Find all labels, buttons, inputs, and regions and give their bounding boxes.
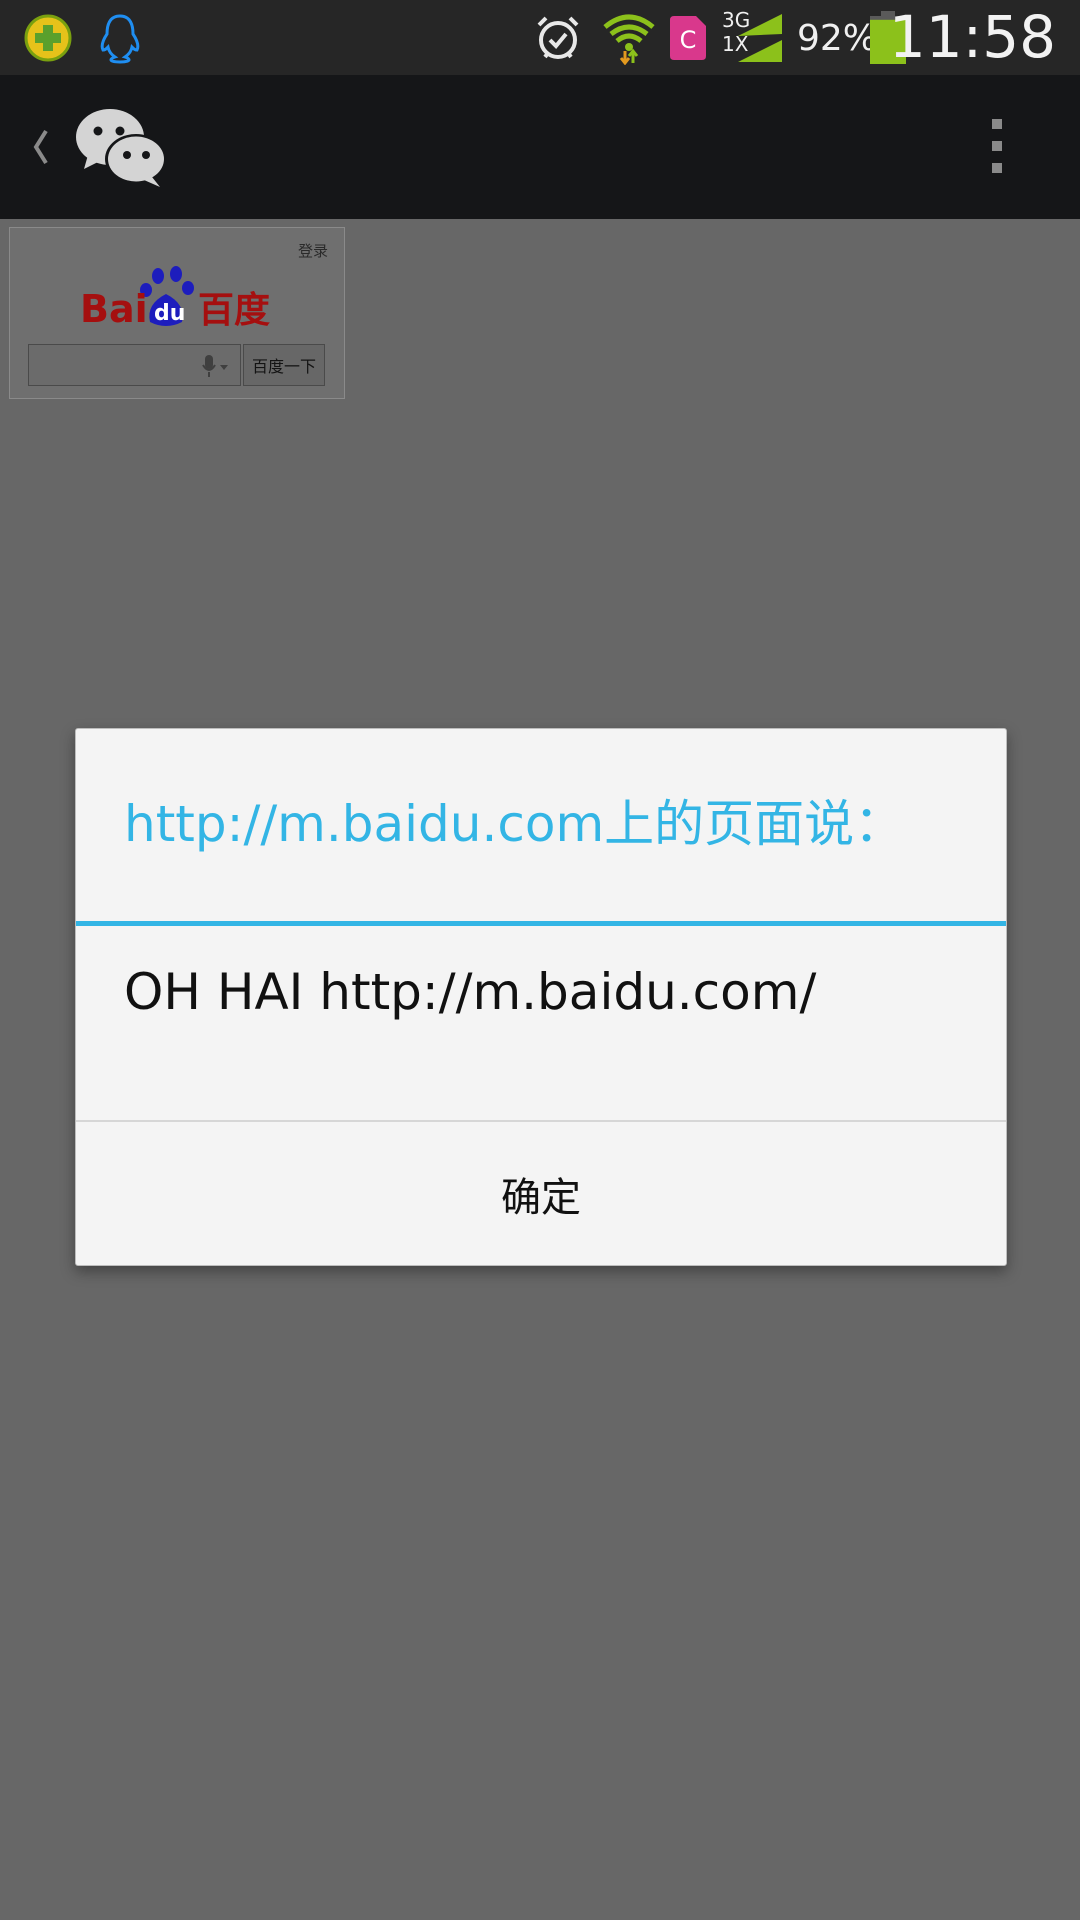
battery-percent: 92% [797,18,878,59]
wechat-icon[interactable] [72,105,172,191]
wifi-icon [600,0,658,75]
js-alert-dialog: http://m.baidu.com上的页面说： OH HAI http://m… [75,728,1007,1266]
dialog-title-divider [76,921,1006,926]
signal-icon [735,0,785,75]
search-input[interactable] [28,344,241,386]
login-link[interactable]: 登录 [298,240,328,261]
svg-text:C: C [680,26,697,54]
overflow-menu-icon[interactable] [982,115,1012,181]
svg-text:百度: 百度 [198,290,270,331]
status-bar: C 3G 1X 92% 11:58 [0,0,1080,75]
baidu-page-card: 登录 du Bai 百度 百度一下 [9,227,345,399]
microphone-icon[interactable] [200,353,230,379]
dialog-title: http://m.baidu.com上的页面说： [124,795,905,853]
baidu-logo: du Bai 百度 [80,264,280,334]
logo-du-text: du [154,301,185,326]
ok-button[interactable]: 确定 [76,1122,1006,1265]
qq-icon [94,0,146,75]
action-bar [0,75,1080,219]
svg-text:Bai: Bai [80,287,148,331]
dialog-message: OH HAI http://m.baidu.com/ [124,963,817,1021]
360-security-icon [22,0,74,75]
clock-time: 11:58 [888,3,1056,71]
alarm-clock-icon [530,0,586,75]
back-chevron-icon[interactable] [22,117,62,177]
baidu-search-button[interactable]: 百度一下 [243,344,325,386]
sim-card-c-icon: C [667,0,709,75]
